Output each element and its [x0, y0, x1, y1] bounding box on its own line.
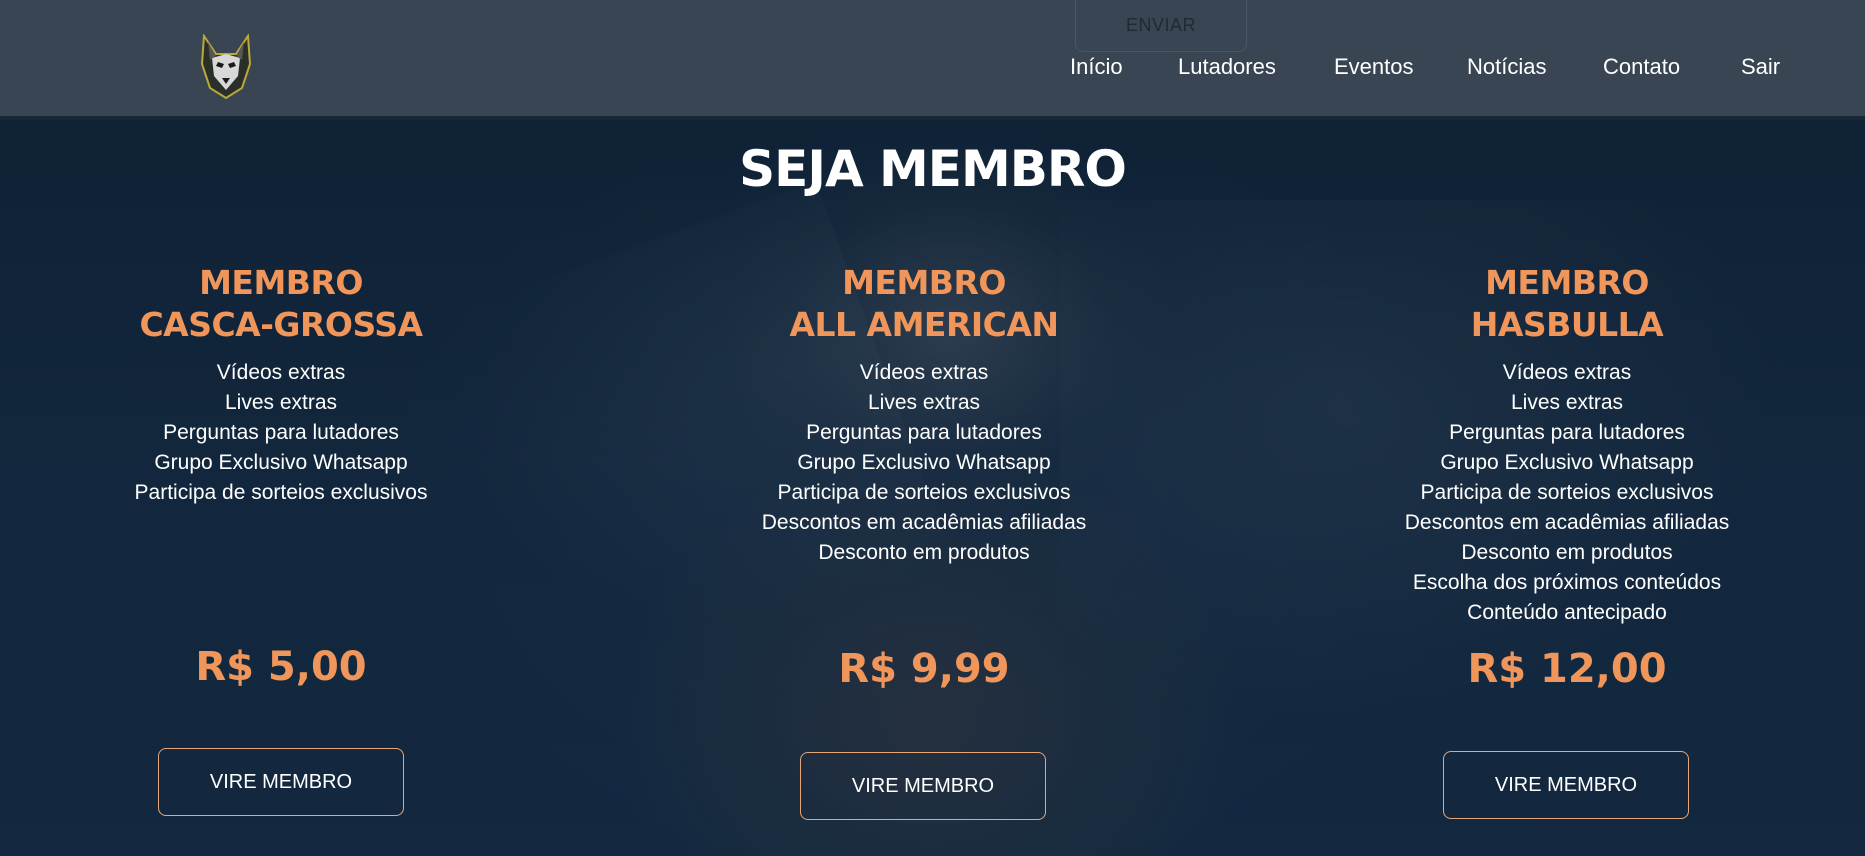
feature-item: Lives extras: [1510, 391, 1624, 414]
feature-item: Desconto em produtos: [1461, 541, 1673, 564]
plan-name-line2: HASBULLA: [1470, 305, 1664, 344]
nav-item-sair[interactable]: Sair: [1741, 54, 1780, 80]
nav-item-eventos[interactable]: Eventos: [1334, 54, 1414, 80]
plan-price-hasbulla: R$ 12,00: [1467, 646, 1667, 692]
plan-name-line1: MEMBRO: [199, 263, 363, 302]
feature-list: Vídeos extras Lives extras Perguntas par…: [714, 358, 1134, 568]
feature-item: Participa de sorteios exclusivos: [134, 481, 428, 504]
plan-name-line1: MEMBRO: [842, 263, 1006, 302]
plan-card-hasbulla: MEMBRO HASBULLA Vídeos extras Lives extr…: [1357, 262, 1777, 628]
feature-item: Perguntas para lutadores: [163, 421, 399, 444]
site-header: ENVIAR Início Lutadores Eventos Notícias…: [0, 0, 1865, 116]
plan-name-line2: ALL AMERICAN: [789, 305, 1059, 344]
plan-card-all-american: MEMBRO ALL AMERICAN Vídeos extras Lives …: [714, 262, 1134, 568]
enviar-button[interactable]: ENVIAR: [1075, 0, 1247, 52]
feature-item: Participa de sorteios exclusivos: [1420, 481, 1714, 504]
feature-item: Descontos em acadêmias afiliadas: [761, 511, 1087, 534]
feature-item: Grupo Exclusivo Whatsapp: [797, 451, 1051, 474]
feature-list: Vídeos extras Lives extras Perguntas par…: [1357, 358, 1777, 628]
feature-item: Vídeos extras: [859, 361, 989, 384]
plan-price-all-american: R$ 9,99: [838, 646, 1010, 692]
feature-item: Perguntas para lutadores: [1449, 421, 1685, 444]
feature-item: Lives extras: [867, 391, 981, 414]
feature-item: Escolha dos próximos conteúdos: [1412, 571, 1722, 594]
feature-item: Grupo Exclusivo Whatsapp: [1440, 451, 1694, 474]
feature-item: Desconto em produtos: [818, 541, 1030, 564]
nav-item-lutadores[interactable]: Lutadores: [1178, 54, 1276, 80]
nav-item-contato[interactable]: Contato: [1603, 54, 1680, 80]
vire-membro-button-all-american[interactable]: VIRE MEMBRO: [800, 752, 1046, 820]
plan-name-line1: MEMBRO: [1485, 263, 1649, 302]
feature-item: Participa de sorteios exclusivos: [777, 481, 1071, 504]
feature-item: Lives extras: [224, 391, 338, 414]
plan-name-line2: CASCA-GROSSA: [139, 305, 423, 344]
wolf-logo-icon[interactable]: [198, 33, 254, 100]
feature-list: Vídeos extras Lives extras Perguntas par…: [71, 358, 491, 508]
page-title: SEJA MEMBRO: [739, 140, 1127, 198]
vire-membro-button-hasbulla[interactable]: VIRE MEMBRO: [1443, 751, 1689, 819]
feature-item: Descontos em acadêmias afiliadas: [1404, 511, 1730, 534]
plan-price-casca-grossa: R$ 5,00: [195, 644, 367, 690]
feature-item: Vídeos extras: [216, 361, 346, 384]
nav-item-inicio[interactable]: Início: [1070, 54, 1123, 80]
plan-card-casca-grossa: MEMBRO CASCA-GROSSA Vídeos extras Lives …: [71, 262, 491, 508]
nav-item-noticias[interactable]: Notícias: [1467, 54, 1546, 80]
feature-item: Perguntas para lutadores: [806, 421, 1042, 444]
feature-item: Conteúdo antecipado: [1467, 601, 1667, 624]
feature-item: Vídeos extras: [1502, 361, 1632, 384]
vire-membro-button-casca-grossa[interactable]: VIRE MEMBRO: [158, 748, 404, 816]
feature-item: Grupo Exclusivo Whatsapp: [154, 451, 408, 474]
